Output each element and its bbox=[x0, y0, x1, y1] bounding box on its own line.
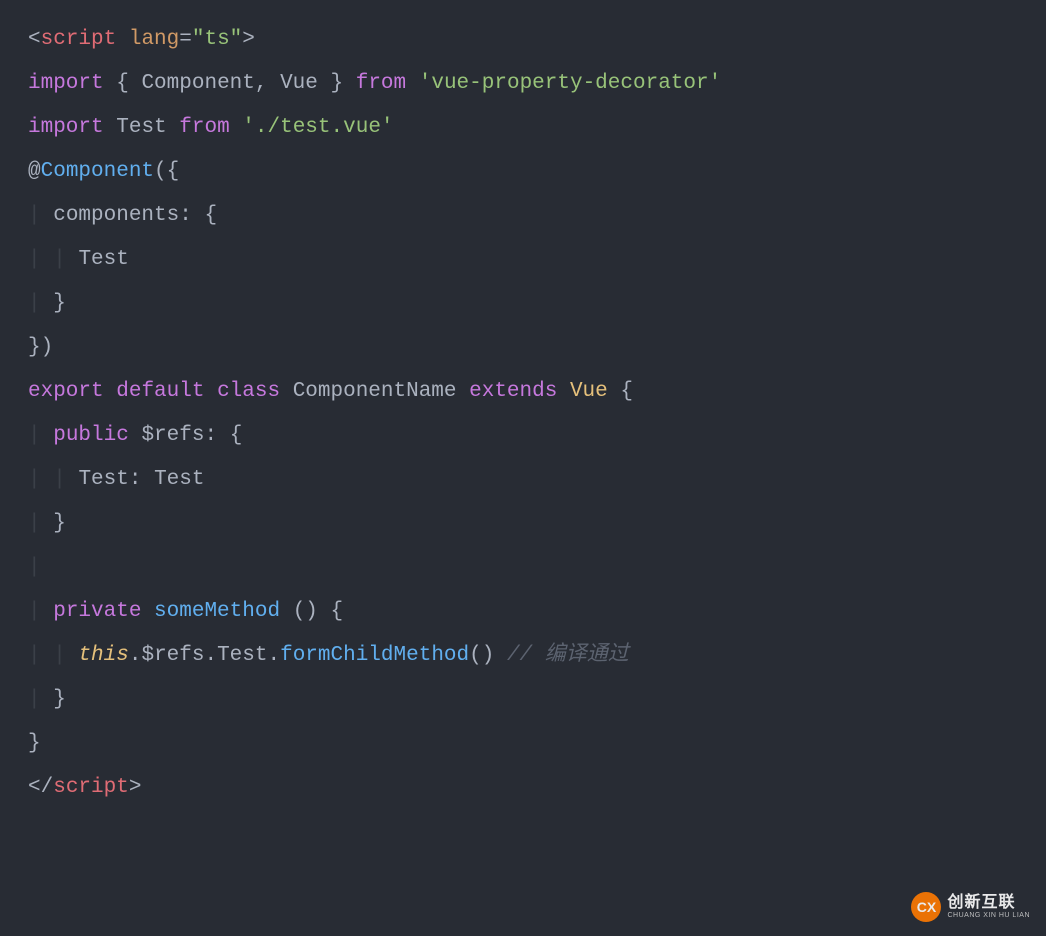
logo-text: 创新互联 CHUANG XIN HU LIAN bbox=[947, 894, 1030, 919]
code-line: <script lang="ts"> bbox=[28, 18, 1018, 62]
code-line: | bbox=[28, 546, 1018, 590]
code-line: | components: { bbox=[28, 194, 1018, 238]
code-block: <script lang="ts">import { Component, Vu… bbox=[28, 18, 1018, 810]
code-line: import Test from './test.vue' bbox=[28, 106, 1018, 150]
code-line: | | Test: Test bbox=[28, 458, 1018, 502]
code-line: import { Component, Vue } from 'vue-prop… bbox=[28, 62, 1018, 106]
code-line: export default class ComponentName exten… bbox=[28, 370, 1018, 414]
code-line: } bbox=[28, 722, 1018, 766]
code-line: | | Test bbox=[28, 238, 1018, 282]
code-line: | } bbox=[28, 502, 1018, 546]
code-line: }) bbox=[28, 326, 1018, 370]
code-line: | } bbox=[28, 678, 1018, 722]
code-line: | } bbox=[28, 282, 1018, 326]
code-line: @Component({ bbox=[28, 150, 1018, 194]
code-line: | | this.$refs.Test.formChildMethod() //… bbox=[28, 634, 1018, 678]
code-line: | private someMethod () { bbox=[28, 590, 1018, 634]
code-line: | public $refs: { bbox=[28, 414, 1018, 458]
code-line: </script> bbox=[28, 766, 1018, 810]
logo-mark-icon: CX bbox=[911, 892, 941, 922]
watermark-logo: CX 创新互联 CHUANG XIN HU LIAN bbox=[911, 892, 1030, 922]
